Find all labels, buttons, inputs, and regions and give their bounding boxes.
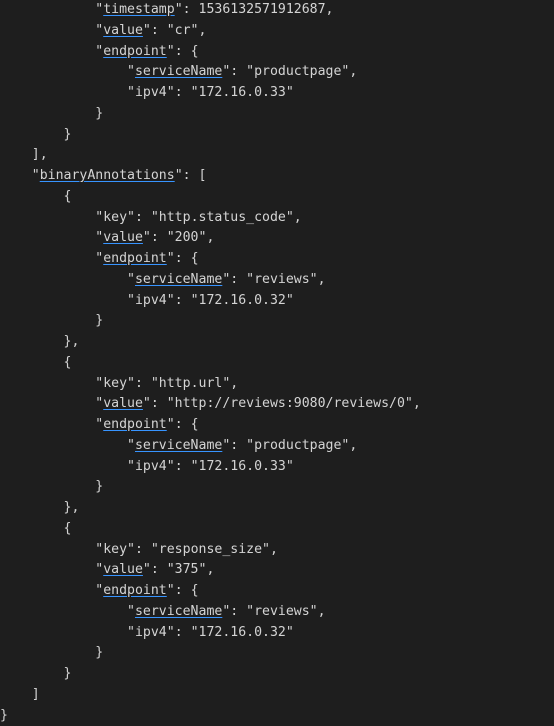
code-line: "endpoint": { [0, 251, 199, 266]
code-line: "serviceName": "productpage", [0, 64, 357, 79]
code-line: "key": "http.url", [0, 376, 238, 391]
code-line: } [0, 479, 103, 494]
code-line: "value": "cr", [0, 23, 206, 38]
code-line: ] [0, 687, 40, 702]
code-line: "endpoint": { [0, 417, 199, 432]
code-line: "serviceName": "reviews", [0, 272, 326, 287]
json-code-block: "timestamp": 1536132571912687, "value": … [0, 0, 554, 726]
code-line: "ipv4": "172.16.0.32" [0, 625, 294, 640]
code-line: "value": "200", [0, 230, 214, 245]
code-line: } [0, 708, 8, 723]
code-line: } [0, 645, 103, 660]
code-line: "key": "http.status_code", [0, 210, 302, 225]
code-line: "ipv4": "172.16.0.32" [0, 293, 294, 308]
code-line: "serviceName": "productpage", [0, 438, 357, 453]
code-line: ], [0, 147, 48, 162]
code-line: }, [0, 500, 79, 515]
code-line: } [0, 127, 71, 142]
code-line: "endpoint": { [0, 44, 199, 59]
code-line: "value": "375", [0, 562, 214, 577]
code-line: "key": "response_size", [0, 542, 278, 557]
code-line: } [0, 666, 71, 681]
code-line: "value": "http://reviews:9080/reviews/0"… [0, 396, 421, 411]
code-line: } [0, 106, 103, 121]
code-line: "ipv4": "172.16.0.33" [0, 85, 294, 100]
code-line: "serviceName": "reviews", [0, 604, 326, 619]
code-line: }, [0, 334, 79, 349]
code-line: "timestamp": 1536132571912687, [0, 2, 333, 17]
code-line: "ipv4": "172.16.0.33" [0, 459, 294, 474]
code-line: { [0, 521, 71, 536]
code-line: "binaryAnnotations": [ [0, 168, 206, 183]
code-line: { [0, 355, 71, 370]
code-line: } [0, 313, 103, 328]
code-line: { [0, 189, 71, 204]
code-line: "endpoint": { [0, 583, 199, 598]
